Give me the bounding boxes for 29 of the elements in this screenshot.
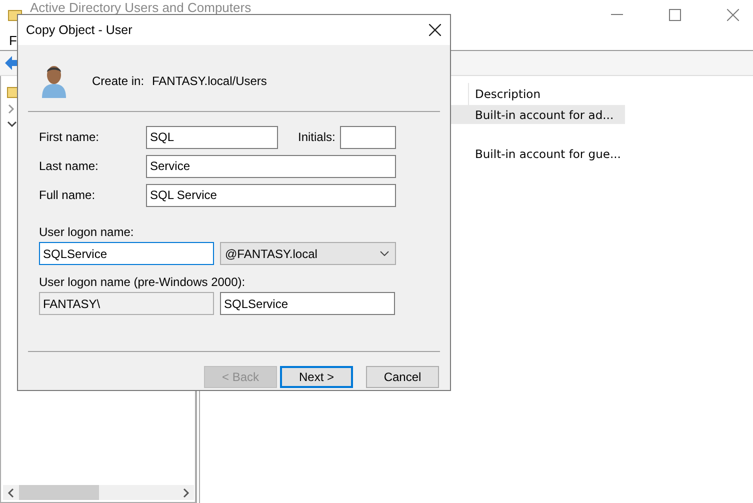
scroll-thumb[interactable]: [19, 485, 99, 500]
create-in-label: Create in:: [92, 74, 146, 88]
close-icon[interactable]: [429, 24, 441, 36]
create-in-path: FANTASY.local/Users: [152, 74, 267, 88]
field-label: Last name:: [39, 159, 100, 173]
minimize-icon[interactable]: [611, 14, 623, 16]
field-label: User logon name:: [38, 225, 135, 239]
domain-dropdown[interactable]: @FANTASY.local: [220, 242, 396, 265]
maximize-icon[interactable]: [669, 9, 681, 21]
horizontal-scrollbar[interactable]: [3, 485, 194, 500]
last-name-field[interactable]: Service: [146, 154, 396, 178]
field-label: Full name:: [39, 188, 96, 202]
window-title: Active Directory Users and Computers: [30, 1, 252, 15]
pre2000-logon-field[interactable]: SQLService: [220, 292, 395, 315]
first-name-field[interactable]: SQL: [146, 126, 278, 148]
dialog-button[interactable]: Next >: [280, 366, 353, 388]
user-icon: [40, 64, 68, 98]
field-label: User logon name (pre-Windows 2000):: [38, 275, 246, 289]
initials-field[interactable]: [340, 126, 396, 148]
field-label: Initials:: [298, 130, 336, 144]
menu-item[interactable]: F: [9, 32, 17, 48]
dialog-title: Copy Object - User: [26, 23, 132, 37]
dialog-button[interactable]: Cancel: [366, 366, 439, 388]
domain-prefix-field[interactable]: FANTASY\: [39, 292, 214, 315]
scroll-right-icon[interactable]: [182, 488, 190, 498]
logon-name-field[interactable]: SQLService: [39, 242, 214, 265]
full-name-field[interactable]: SQL Service: [146, 184, 396, 206]
scroll-left-icon[interactable]: [7, 488, 15, 498]
field-label: First name:: [39, 130, 100, 144]
